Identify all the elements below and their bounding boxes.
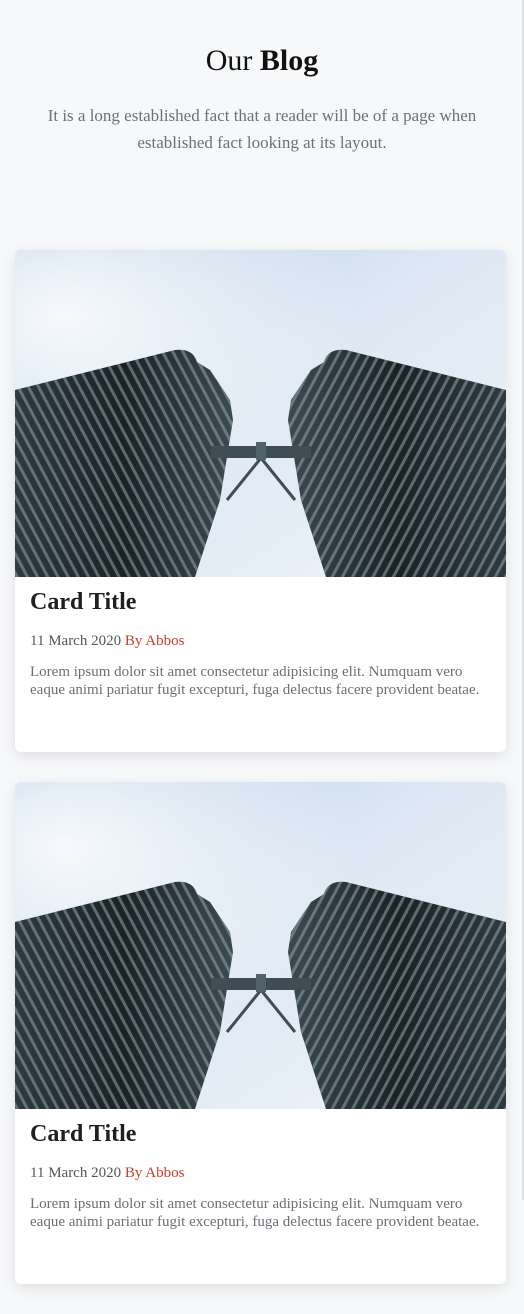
blog-card-list: Card Title 11 March 2020 By Abbos Lorem … [15, 250, 506, 1314]
card-author-link[interactable]: By Abbos [125, 633, 185, 649]
card-excerpt: Lorem ipsum dolor sit amet consectetur a… [30, 664, 480, 698]
page-title: Our Blog [0, 42, 524, 80]
card-body: Card Title 11 March 2020 By Abbos Lorem … [15, 1109, 506, 1231]
blog-header: Our Blog It is a long established fact t… [0, 0, 524, 156]
card-body: Card Title 11 March 2020 By Abbos Lorem … [15, 577, 506, 699]
blog-card[interactable]: Card Title 11 March 2020 By Abbos Lorem … [15, 250, 506, 752]
card-date: 11 March 2020 [30, 1165, 122, 1181]
page-subtitle: It is a long established fact that a rea… [47, 106, 477, 152]
blog-card[interactable]: Card Title 11 March 2020 By Abbos Lorem … [15, 782, 506, 1284]
card-image [15, 250, 506, 577]
page-title-regular: Our [205, 44, 253, 77]
card-image [15, 782, 506, 1109]
card-meta: 11 March 2020 By Abbos [30, 1163, 491, 1183]
card-excerpt: Lorem ipsum dolor sit amet consectetur a… [30, 1196, 480, 1230]
card-title[interactable]: Card Title [30, 587, 491, 617]
card-date: 11 March 2020 [30, 633, 122, 649]
card-author-link[interactable]: By Abbos [125, 1165, 185, 1181]
card-meta: 11 March 2020 By Abbos [30, 631, 491, 651]
card-title[interactable]: Card Title [30, 1119, 491, 1149]
page-title-bold: Blog [259, 44, 319, 77]
